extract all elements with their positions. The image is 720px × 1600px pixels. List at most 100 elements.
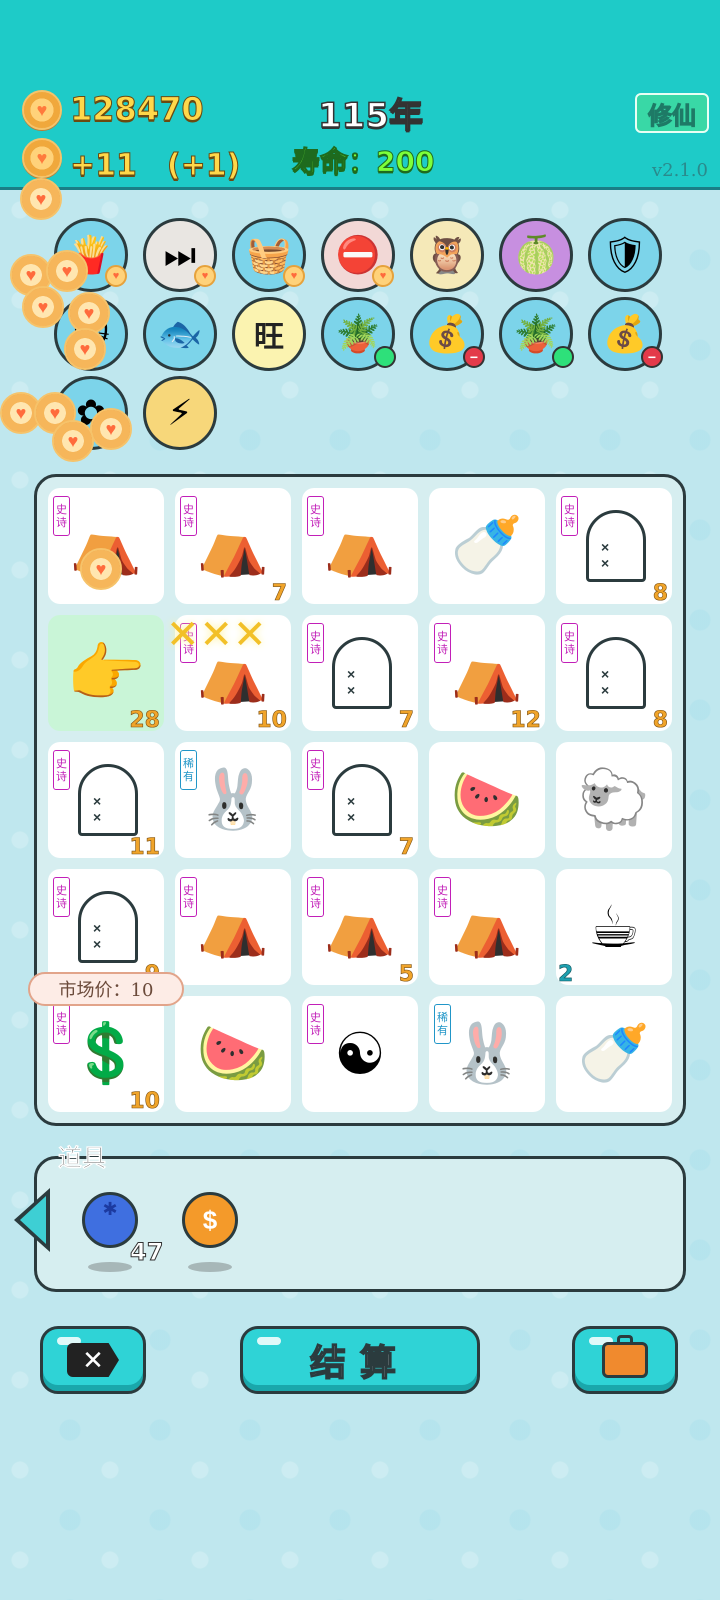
briefcase-icon [602,1335,648,1378]
cell-counter: 8 [652,708,668,734]
flower-pot-2-icon: 🪴 [513,313,559,354]
artifact-bag-2[interactable]: 💰 − [588,297,663,371]
income-rate: +11 (+1) [69,148,241,184]
board-cell[interactable]: 🍼 [429,488,545,604]
epic-tag: 史诗 [434,877,451,917]
cell-counter: 28 [129,708,160,734]
artifact-owl-glasses[interactable]: 🦉 [410,218,484,292]
floating-coin: ♥ [20,178,62,220]
remove-badge-icon: − [463,346,485,368]
board-cell[interactable]: 💲 史诗 10 [48,996,164,1115]
heart-badge-icon: ♥ [283,265,305,287]
cell-counter: 2 [558,962,574,988]
board-cell[interactable]: ⛺ 史诗 [429,869,545,985]
epic-tag: 史诗 [307,1004,324,1044]
coin-icon: ♥ [22,90,62,130]
cell-counter: 5 [398,962,414,988]
rare-tag: 稀有 [180,750,197,790]
board-cell[interactable]: 🍉 [175,996,291,1112]
board-cell[interactable]: × × 史诗 7 [302,742,418,861]
dollar-icon: $ [202,1204,218,1235]
artifact-shield[interactable]: 🛡 [588,218,662,292]
artifact-wang[interactable]: 旺 [232,297,306,371]
board-cell[interactable]: 🍼 [556,996,672,1112]
cell-counter: 7 [271,581,287,607]
lightning-icon: ⚡ [167,392,193,433]
items-title: 道具 [58,1145,107,1173]
board-cell[interactable]: × ×史诗9 [48,869,164,987]
ghost-icon: × × [586,510,646,582]
board-cell[interactable]: ⛺ 史诗 5 [302,869,418,988]
cell-counter: 10 [256,708,287,734]
remove-badge-icon: − [641,346,663,368]
lifespan-label: 寿命：200 [291,145,435,179]
item-shadow [188,1262,232,1272]
board-cell[interactable]: ⛺ 史诗 12 [429,615,545,734]
artifact-no-entry[interactable]: ⛔ ♥ [321,218,395,292]
cell-counter: 10 [129,1089,160,1115]
floating-coin: ♥ [22,286,64,328]
top-bar: ♥ 128470 ♥ +11 (+1) 115年 寿命：200 修仙 v2.1.… [0,0,720,190]
epic-tag: 史诗 [307,750,324,790]
wang-icon: 旺 [254,321,284,354]
board-cell[interactable]: × × 史诗 11 [48,742,164,861]
board-cell[interactable]: ☯ 史诗 [302,996,418,1112]
epic-tag: 史诗 [307,877,324,917]
epic-tag: 史诗 [434,623,451,663]
cell-icon: 🍼 [577,1021,651,1086]
epic-tag: 史诗 [53,750,70,790]
cell-counter: 7 [398,835,414,861]
artifact-flower-pot-2[interactable]: 🪴 [499,297,574,371]
left-arrow-fill [20,1196,46,1244]
skip-icon: ⏭ [163,233,197,275]
floating-coin: ♥ [90,408,132,450]
artifact-lightning[interactable]: ⚡ [143,376,217,450]
artifact-bag-1[interactable]: 💰 − [410,297,485,371]
board-cell[interactable]: ⛺ 史诗 [175,869,291,985]
cell-icon: 🐑 [577,767,651,832]
board-cell[interactable]: 🐰 稀有 [175,742,291,858]
settle-button[interactable]: 结算 [240,1326,480,1394]
board-cell[interactable]: ⛺ 史诗 7 [175,488,291,607]
epic-tag: 史诗 [180,877,197,917]
ghost-icon: × × [332,637,392,709]
floating-coin: ♥ [46,250,88,292]
epic-tag: 史诗 [53,1004,70,1044]
cancel-button[interactable]: ✕ [40,1326,146,1394]
artifact-fruit-basket[interactable]: 🧺 ♥ [232,218,306,292]
epic-tag: 史诗 [180,496,197,536]
cell-counter: 11 [129,835,160,861]
xiuxian-button[interactable]: 修仙 [635,93,709,133]
epic-tag: 史诗 [561,496,578,536]
ghost-icon: × × [586,637,646,709]
coin-item[interactable]: $ [182,1192,238,1248]
board-cell[interactable]: × × 史诗 8 [556,615,672,734]
sparkle-effect: ✕✕✕ [166,613,267,657]
settle-label: 结算 [309,1342,410,1385]
board-cell[interactable]: ☕ 2 [556,869,672,988]
close-icon: ✕ [67,1343,119,1377]
board-cell[interactable]: × × 史诗 7 [302,615,418,733]
board-cell[interactable]: ⛺ 史诗 [302,488,418,604]
artifact-skip[interactable]: ⏭ ♥ [143,218,217,292]
board-cell[interactable]: 🐰 稀有 [429,996,545,1112]
board-cell[interactable]: 👉 28 [48,615,164,734]
bag-1-icon: 💰 [424,313,470,354]
rare-tag: 稀有 [434,1004,451,1044]
ghost-icon: × × [332,764,392,836]
cell-icon: 🍉 [196,1021,270,1086]
artifact-flower-pot-1[interactable]: 🪴 [321,297,396,371]
heart-badge-icon: ♥ [194,265,216,287]
artifact-pomelo[interactable]: 🍈 [499,218,573,292]
version-label: v2.1.0 [652,160,708,181]
artifact-fish-bowl[interactable]: 🐟 [143,297,217,371]
cell-counter: 12 [510,708,541,734]
board-cell[interactable]: × × 史诗 8 [556,488,672,606]
epic-tag: 史诗 [307,623,324,663]
board-cell[interactable]: 🍉 [429,742,545,858]
inventory-button[interactable] [572,1326,678,1394]
flower-pot-1-icon: 🪴 [335,313,381,354]
epic-tag: 史诗 [307,496,324,536]
board-cell[interactable]: 🐑 [556,742,672,858]
epic-tag: 史诗 [53,496,70,536]
